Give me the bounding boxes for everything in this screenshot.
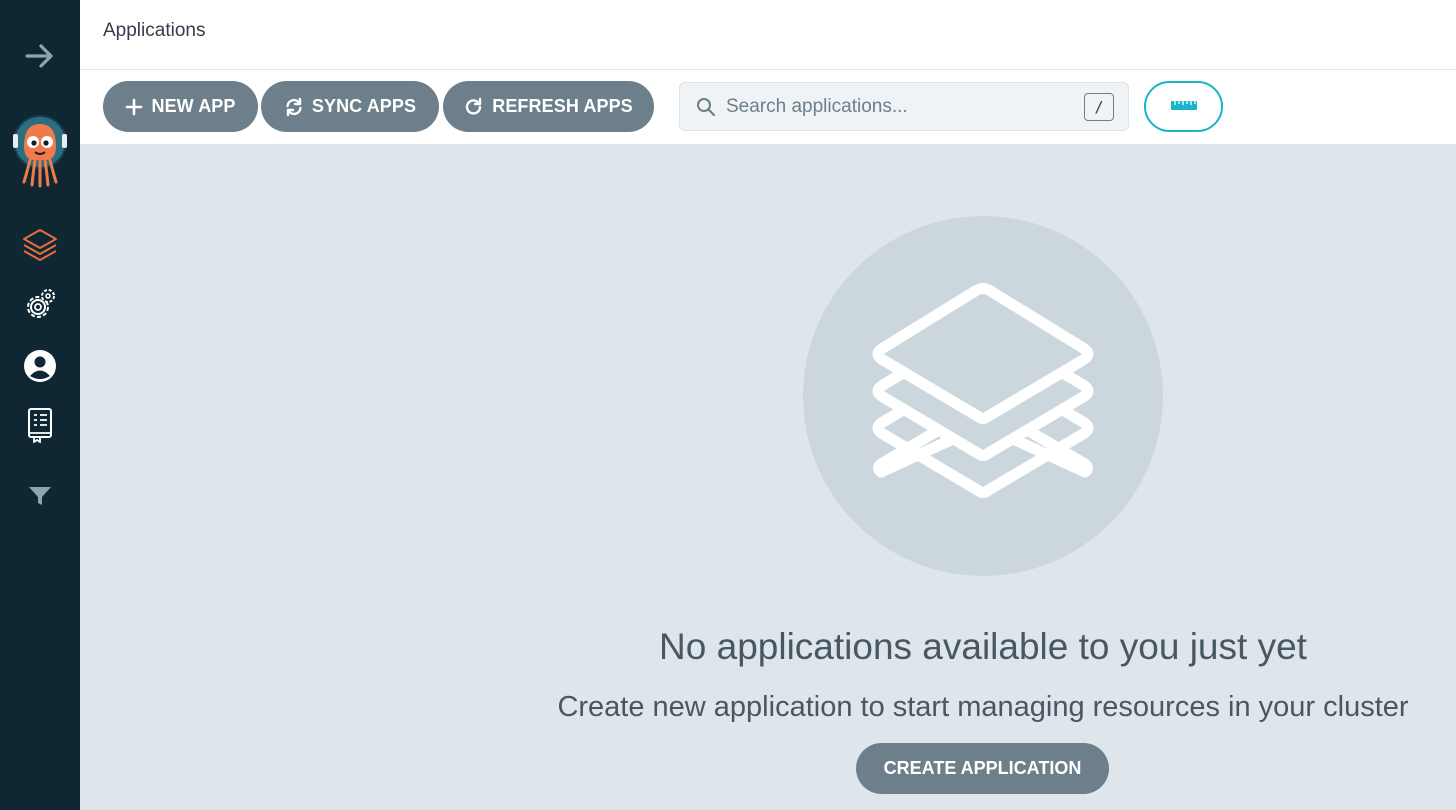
search-box: /	[679, 82, 1129, 131]
top-bar: Applications	[80, 0, 1456, 70]
filter-icon	[27, 484, 53, 508]
sidebar-item-applications[interactable]	[0, 221, 80, 269]
layers-icon	[872, 283, 1094, 498]
page-title: Applications	[103, 20, 206, 41]
view-toggle-button[interactable]	[1144, 81, 1223, 132]
refresh-icon	[464, 97, 484, 117]
empty-state-title: No applications available to you just ye…	[659, 626, 1307, 667]
search-shortcut-hint: /	[1084, 93, 1114, 121]
gears-icon	[22, 287, 58, 323]
search-input[interactable]	[726, 91, 1066, 123]
create-application-button[interactable]: CREATE APPLICATION	[856, 743, 1109, 794]
sync-apps-label: SYNC APPS	[311, 96, 417, 116]
sidebar-item-user-info[interactable]	[0, 342, 80, 390]
sidebar	[0, 0, 80, 810]
sidebar-item-settings[interactable]	[0, 281, 80, 329]
sidebar-item-docs[interactable]	[0, 401, 80, 449]
user-circle-icon	[22, 348, 58, 384]
refresh-apps-button[interactable]: REFRESH APPS	[443, 81, 654, 132]
arrow-right-icon	[24, 41, 56, 71]
sidebar-expand-button[interactable]	[0, 32, 80, 80]
sidebar-item-filter[interactable]	[0, 472, 80, 520]
new-app-label: NEW APP	[151, 96, 236, 116]
sidebar-logo[interactable]	[0, 110, 80, 190]
plus-icon	[125, 98, 143, 116]
sync-icon	[284, 97, 304, 117]
empty-state-subtitle: Create new application to start managing…	[557, 691, 1409, 723]
layers-icon	[20, 225, 60, 265]
ruler-icon	[1170, 97, 1198, 116]
toolbar: NEW APP SYNC APPS REFRESH APPS Search ap…	[80, 70, 1456, 145]
empty-state-illustration	[803, 216, 1163, 576]
search-icon	[696, 97, 716, 122]
sync-apps-button[interactable]: SYNC APPS	[261, 81, 439, 132]
argo-logo-icon	[10, 112, 70, 188]
book-icon	[25, 407, 55, 443]
new-app-button[interactable]: NEW APP	[103, 81, 258, 132]
refresh-apps-label: REFRESH APPS	[492, 96, 633, 116]
